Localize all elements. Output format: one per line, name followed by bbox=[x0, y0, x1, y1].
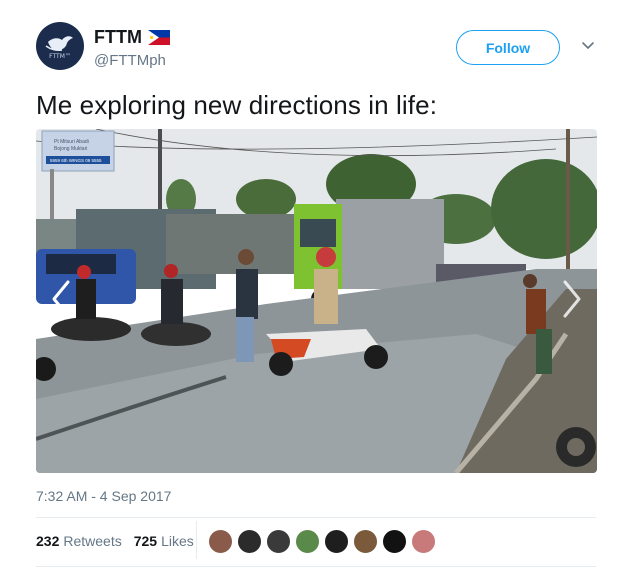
liker-avatar-2[interactable] bbox=[237, 529, 262, 554]
chevron-down-icon[interactable] bbox=[580, 38, 596, 54]
stats-separator bbox=[196, 521, 197, 559]
divider bbox=[36, 517, 596, 518]
likes-count: 725 bbox=[133, 533, 158, 549]
sign-line-3: 5959 6th WINGS 09 5555 bbox=[50, 158, 102, 163]
tweet-timestamp[interactable]: 7:32 AM - 4 Sep 2017 bbox=[36, 488, 171, 504]
liker-avatar-6[interactable] bbox=[353, 529, 378, 554]
liker-avatar-1[interactable] bbox=[208, 529, 233, 554]
liker-avatar-5[interactable] bbox=[324, 529, 349, 554]
liker-avatar-3[interactable] bbox=[266, 529, 291, 554]
road-scene-image: Pt Mitsuri Abadi Bojong Muktari 5959 6th… bbox=[36, 129, 597, 473]
retweets-count: 232 bbox=[36, 533, 60, 549]
retweets-label: Retweets bbox=[63, 533, 122, 549]
avatar-caption: FTTM™ bbox=[49, 53, 71, 60]
tweet-text: Me exploring new directions in life: bbox=[36, 90, 438, 120]
liker-avatar-7[interactable] bbox=[382, 529, 407, 554]
likes-label: Likes bbox=[161, 533, 194, 549]
engagement-stats: 232 Retweets 725 Likes bbox=[36, 533, 206, 549]
divider bbox=[36, 566, 596, 567]
bird-logo-icon bbox=[45, 36, 73, 51]
liker-avatars bbox=[208, 529, 440, 554]
sign-line-2: Bojong Muktari bbox=[54, 146, 87, 152]
profile-avatar[interactable]: FTTM™ bbox=[36, 22, 84, 70]
next-arrow-icon[interactable] bbox=[555, 274, 589, 324]
philippines-flag-icon bbox=[147, 30, 170, 45]
liker-avatar-4[interactable] bbox=[295, 529, 320, 554]
tweet-photo[interactable]: Pt Mitsuri Abadi Bojong Muktari 5959 6th… bbox=[36, 129, 597, 473]
previous-arrow-icon[interactable] bbox=[44, 274, 78, 324]
follow-button[interactable]: Follow bbox=[456, 30, 560, 65]
author-name-row: FTTM bbox=[94, 27, 170, 48]
liker-avatar-8[interactable] bbox=[411, 529, 436, 554]
likes-stat[interactable]: 725 Likes bbox=[134, 533, 194, 549]
author-handle[interactable]: @FTTMph bbox=[94, 52, 166, 69]
author-name[interactable]: FTTM bbox=[94, 27, 142, 48]
sign-line-1: Pt Mitsuri Abadi bbox=[54, 139, 89, 145]
tweet-header: FTTM™ FTTM @FTTMph Follow bbox=[36, 22, 596, 74]
retweets-stat[interactable]: 232 Retweets bbox=[36, 533, 122, 549]
